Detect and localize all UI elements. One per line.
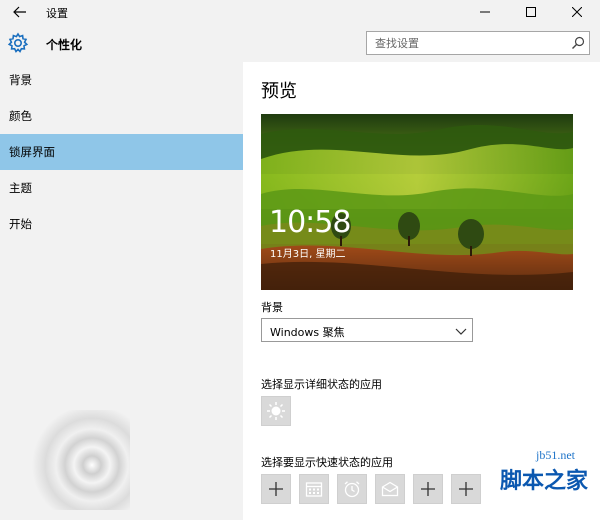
plus-icon bbox=[459, 482, 473, 496]
quick-app-tile-add-1[interactable] bbox=[261, 474, 291, 504]
watermark-brand: 脚本之家 bbox=[500, 469, 589, 494]
watermark-url: jb51.net bbox=[536, 448, 575, 462]
background-label: 背景 bbox=[261, 301, 283, 314]
background-dropdown[interactable]: Windows 聚焦 bbox=[261, 318, 473, 342]
minimize-icon bbox=[480, 11, 490, 13]
close-icon bbox=[572, 7, 582, 17]
plus-icon bbox=[269, 482, 283, 496]
sidebar-item-background[interactable]: 背景 bbox=[0, 62, 243, 98]
quick-app-tile-add-3[interactable] bbox=[451, 474, 481, 504]
title-bar: 设置 bbox=[0, 0, 600, 24]
swirl-decoration-icon bbox=[30, 410, 130, 510]
alarm-clock-icon bbox=[344, 481, 360, 498]
calendar-icon bbox=[305, 482, 323, 497]
back-arrow-icon bbox=[13, 6, 26, 18]
maximize-icon bbox=[526, 7, 536, 17]
gear-icon bbox=[7, 32, 29, 53]
detail-status-label: 选择显示详细状态的应用 bbox=[261, 378, 382, 391]
landscape-image bbox=[261, 114, 573, 290]
sun-weather-icon bbox=[267, 402, 285, 420]
page-title: 预览 bbox=[261, 81, 297, 102]
close-button[interactable] bbox=[554, 0, 600, 24]
mail-icon bbox=[381, 481, 399, 497]
plus-icon bbox=[421, 482, 435, 496]
search-box[interactable] bbox=[366, 31, 590, 55]
lock-screen-preview: 10:58 11月3日, 星期二 bbox=[261, 114, 573, 290]
sidebar-item-start[interactable]: 开始 bbox=[0, 206, 243, 242]
sidebar-item-colors[interactable]: 颜色 bbox=[0, 98, 243, 134]
maximize-button[interactable] bbox=[508, 0, 554, 24]
preview-time: 10:58 bbox=[269, 205, 351, 240]
section-title: 个性化 bbox=[46, 38, 83, 52]
background-dropdown-value: Windows 聚焦 bbox=[270, 326, 345, 339]
search-input[interactable] bbox=[367, 32, 563, 54]
settings-header: 个性化 bbox=[0, 24, 600, 62]
sidebar-item-themes[interactable]: 主题 bbox=[0, 170, 243, 206]
app-title: 设置 bbox=[46, 7, 68, 20]
preview-date: 11月3日, 星期二 bbox=[270, 249, 346, 260]
sidebar-item-lock-screen[interactable]: 锁屏界面 bbox=[0, 134, 243, 170]
back-button[interactable] bbox=[0, 0, 40, 24]
minimize-button[interactable] bbox=[462, 0, 508, 24]
quick-app-tile-alarms[interactable] bbox=[337, 474, 367, 504]
quick-app-tile-calendar[interactable] bbox=[299, 474, 329, 504]
chevron-down-icon bbox=[455, 328, 467, 335]
quick-status-label: 选择要显示快速状态的应用 bbox=[261, 456, 393, 469]
detail-app-tile-weather[interactable] bbox=[261, 396, 291, 426]
quick-app-tile-add-2[interactable] bbox=[413, 474, 443, 504]
quick-app-tile-mail[interactable] bbox=[375, 474, 405, 504]
search-icon[interactable] bbox=[571, 36, 585, 50]
sidebar: 背景 颜色 锁屏界面 主题 开始 bbox=[0, 62, 243, 520]
